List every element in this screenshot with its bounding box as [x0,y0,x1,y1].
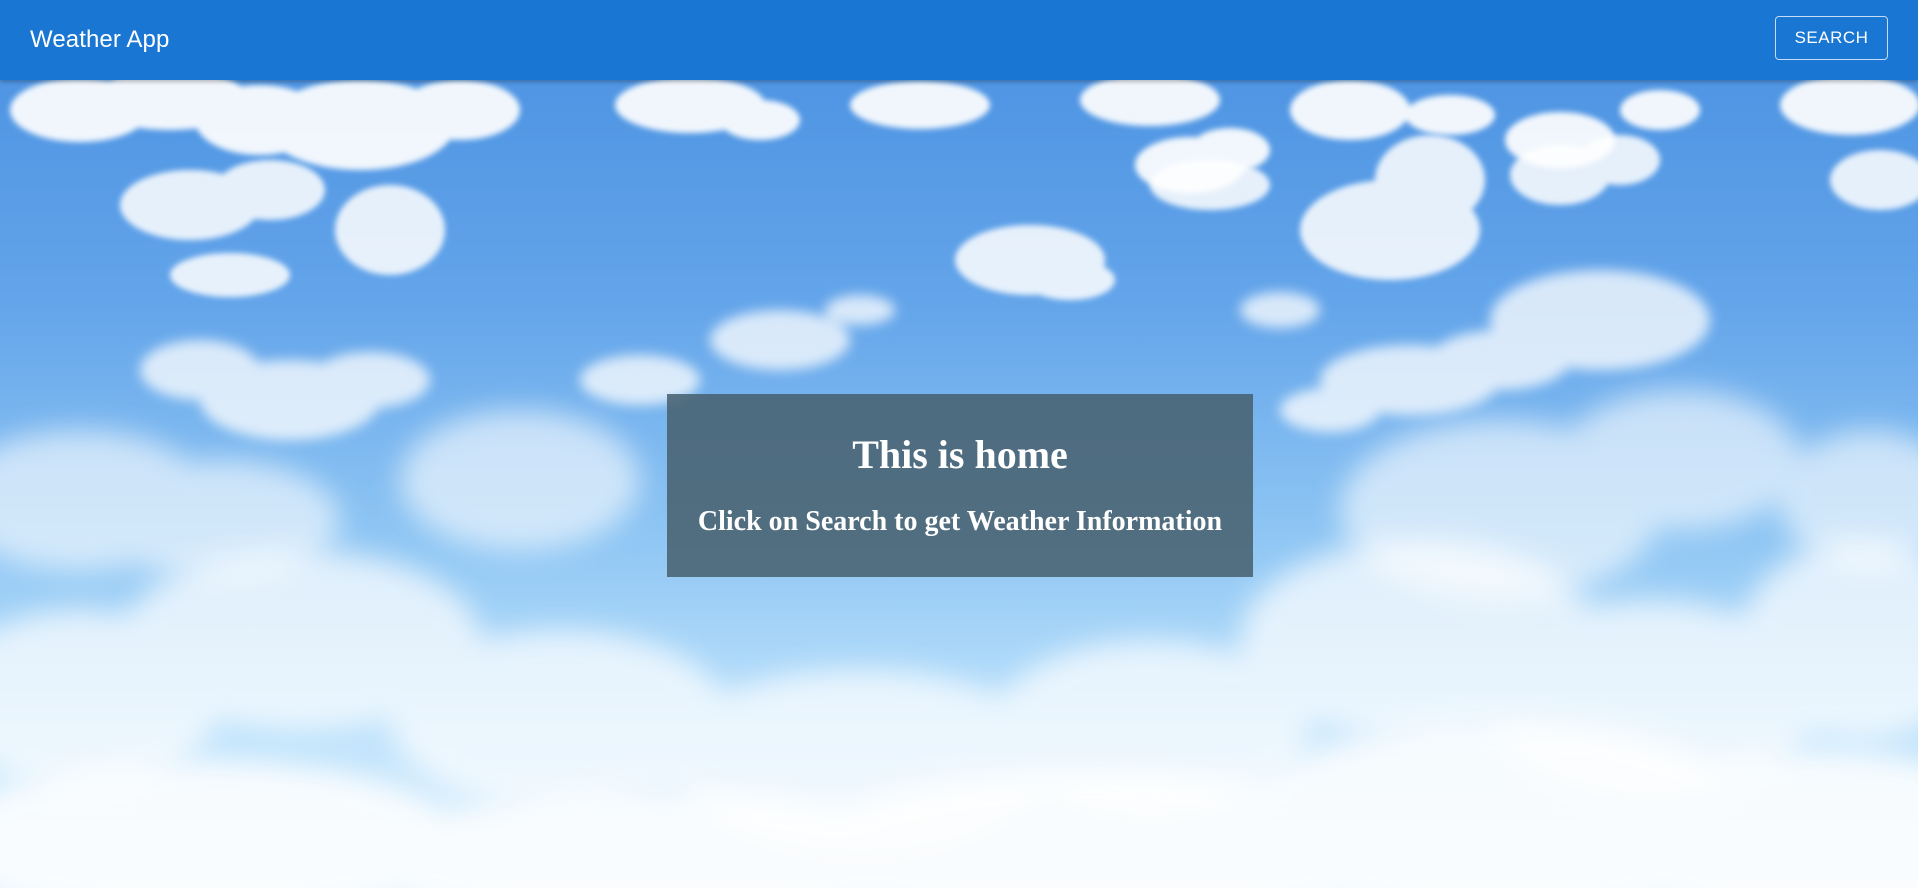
home-card: This is home Click on Search to get Weat… [667,394,1253,577]
app-title: Weather App [30,26,170,53]
search-button[interactable]: SEARCH [1775,16,1888,60]
home-subtitle: Click on Search to get Weather Informati… [697,506,1223,537]
app-bar: Weather App SEARCH [0,0,1918,80]
home-title: This is home [852,432,1068,477]
sky-background: This is home Click on Search to get Weat… [0,80,1918,888]
